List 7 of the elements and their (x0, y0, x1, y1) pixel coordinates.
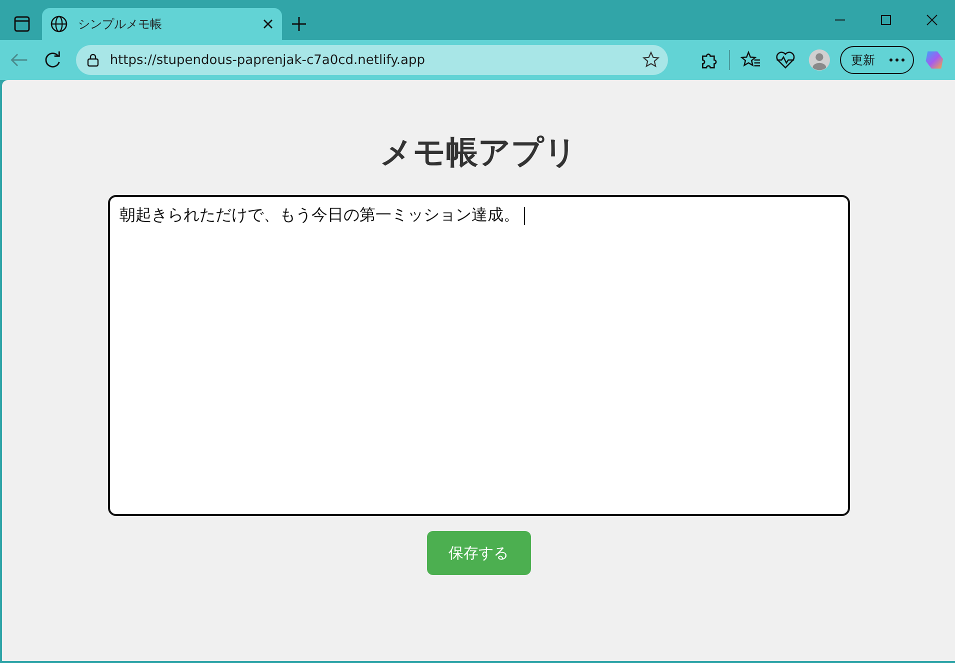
address-bar[interactable]: https://stupendous-paprenjak-c7a0cd.netlify.app (76, 45, 668, 75)
page-heading: メモ帳アプリ (380, 132, 577, 172)
update-button[interactable]: 更新 (840, 46, 914, 74)
browser-tab[interactable]: シンプルメモ帳 (42, 8, 282, 40)
tab-title: シンプルメモ帳 (78, 16, 163, 32)
url-text: https://stupendous-paprenjak-c7a0cd.netlify.app (110, 52, 426, 68)
memo-field[interactable]: 朝起きられただけで、もう今日の第一ミッション達成。 (108, 195, 850, 516)
